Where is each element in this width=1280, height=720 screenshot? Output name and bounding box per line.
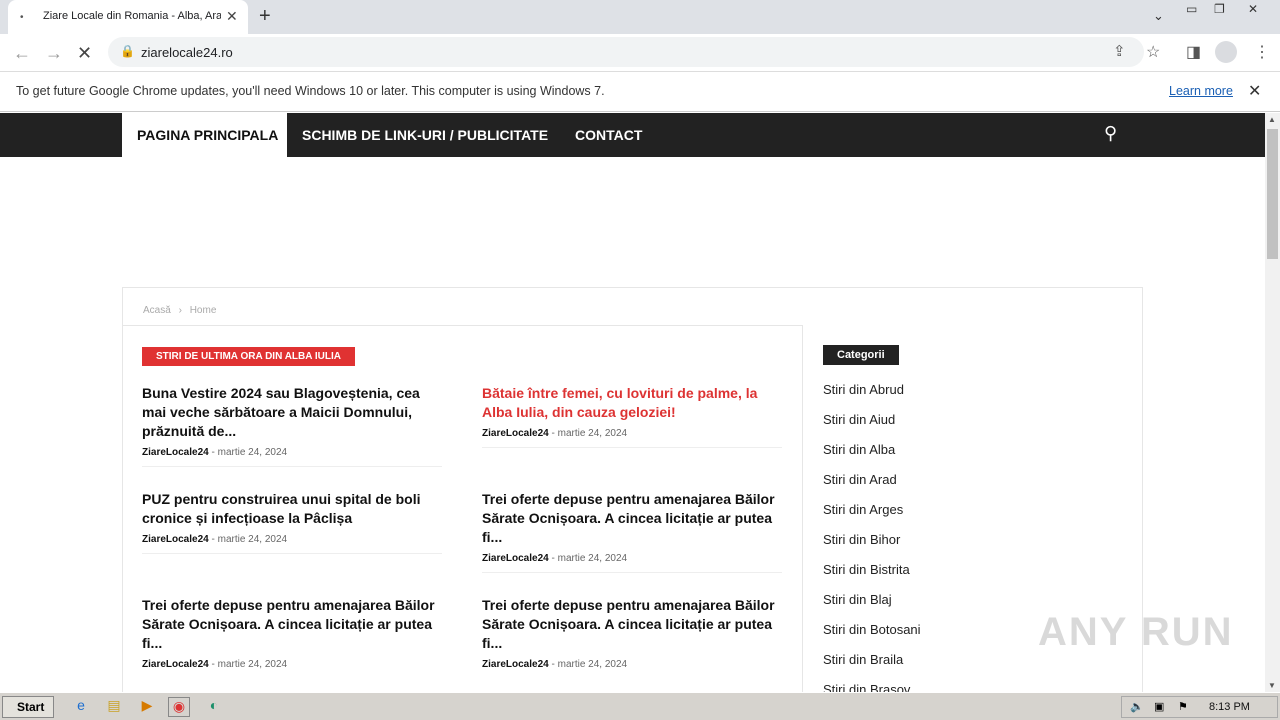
volume-icon[interactable]: 🔈 [1130,700,1144,713]
scroll-thumb[interactable] [1267,129,1278,259]
post-date: martie 24, 2024 [557,553,628,564]
new-tab-button[interactable]: + [259,5,271,28]
news-post[interactable]: PUZ pentru construirea unui spital de bo… [142,490,442,554]
network-icon[interactable]: ▣ [1154,700,1164,713]
post-title[interactable]: Buna Vestire 2024 sau Blagoveștenia, cea… [142,384,442,441]
tab-strip: • Ziare Locale din Romania - Alba, Arad … [0,0,1280,34]
category-list: Stiri din Abrud Stiri din Aiud Stiri din… [823,382,921,692]
post-title[interactable]: PUZ pentru construirea unui spital de bo… [142,490,442,528]
page-viewport: PAGINA PRINCIPALA SCHIMB DE LINK-URI / P… [0,113,1265,692]
menu-item-contact[interactable]: CONTACT [575,113,642,157]
loading-icon: • [20,12,24,23]
stop-icon[interactable]: ✕ [77,43,92,64]
breadcrumb-separator: › [178,305,182,316]
post-date: martie 24, 2024 [217,447,288,458]
post-title[interactable]: Bătaie între femei, cu lovituri de palme… [482,384,782,422]
site-menubar: PAGINA PRINCIPALA SCHIMB DE LINK-URI / P… [0,113,1265,157]
post-divider [142,466,442,467]
lock-icon[interactable]: 🔒 [120,44,135,58]
post-divider [142,553,442,554]
page-scrollbar[interactable]: ▲ ▼ [1265,113,1280,692]
sidebar-item[interactable]: Stiri din Arges [823,502,921,532]
breadcrumb: Acasă › Home [143,305,216,316]
post-author[interactable]: ZiareLocale24 [482,428,549,439]
flag-icon[interactable]: ⚑ [1178,700,1188,713]
section-badge[interactable]: STIRI DE ULTIMA ORA DIN ALBA IULIA [142,347,355,366]
tab-title: Ziare Locale din Romania - Alba, Arad [43,10,221,22]
restore-button[interactable]: ❐ [1214,2,1225,16]
news-post[interactable]: Bătaie între femei, cu lovituri de palme… [482,384,782,448]
sidebar-item[interactable]: Stiri din Brasov [823,682,921,692]
sidebar-item[interactable]: Stiri din Aiud [823,412,921,442]
star-icon[interactable]: ☆ [1146,42,1160,62]
tab-search-icon[interactable]: ⌄ [1153,8,1164,24]
post-date: martie 24, 2024 [557,659,628,670]
anyrun-watermark-logo: ANY RUN [1038,610,1234,654]
post-date: martie 24, 2024 [217,534,288,545]
learn-more-link[interactable]: Learn more [1169,84,1233,98]
post-author[interactable]: ZiareLocale24 [482,553,549,564]
sidebar-item[interactable]: Stiri din Bistrita [823,562,921,592]
post-title[interactable]: Trei oferte depuse pentru amenajarea Băi… [482,490,782,547]
sidebar-item[interactable]: Stiri din Blaj [823,592,921,622]
post-author[interactable]: ZiareLocale24 [142,659,209,670]
news-post[interactable]: Trei oferte depuse pentru amenajarea Băi… [142,596,442,670]
scroll-up-icon[interactable]: ▲ [1268,115,1276,124]
sidebar-item[interactable]: Stiri din Abrud [823,382,921,412]
post-date: martie 24, 2024 [217,659,288,670]
post-date: martie 24, 2024 [557,428,628,439]
breadcrumb-current: Home [189,305,217,316]
breadcrumb-home[interactable]: Acasă [143,305,171,316]
news-post[interactable]: Trei oferte depuse pentru amenajarea Băi… [482,596,782,670]
chrome-icon[interactable]: ◉ [168,697,190,717]
address-bar[interactable]: 🔒 ziarelocale24.ro ⇪ [108,37,1144,67]
sidebar-item[interactable]: Stiri din Arad [823,472,921,502]
minimize-button[interactable]: ▭ [1186,2,1197,16]
back-icon[interactable]: ← [13,43,31,64]
sidebar-item[interactable]: Stiri din Bihor [823,532,921,562]
windows-taskbar: Start e ▤ ▶ ◉ ◐ 🔈 ▣ ⚑ 8:13 PM [0,692,1280,720]
media-player-icon[interactable]: ▶ [136,697,158,717]
news-post[interactable]: Trei oferte depuse pentru amenajarea Băi… [482,490,782,573]
update-infobar: To get future Google Chrome updates, you… [0,72,1280,112]
search-icon[interactable]: ⚲ [1104,123,1117,144]
post-divider [482,447,782,448]
news-column: STIRI DE ULTIMA ORA DIN ALBA IULIA Buna … [123,325,803,692]
browser-toolbar: ← → ✕ 🔒 ziarelocale24.ro ⇪ ☆ ◨ ⋮ [0,34,1280,72]
menu-item-home[interactable]: PAGINA PRINCIPALA [122,113,287,157]
url-text[interactable]: ziarelocale24.ro [141,45,233,60]
post-author[interactable]: ZiareLocale24 [142,534,209,545]
sidebar-item[interactable]: Stiri din Alba [823,442,921,472]
start-button[interactable]: Start [2,696,54,718]
close-window-button[interactable]: ✕ [1248,2,1258,16]
start-label: Start [17,700,45,714]
sidebar-item[interactable]: Stiri din Braila [823,652,921,682]
sidebar-item[interactable]: Stiri din Botosani [823,622,921,652]
share-icon[interactable]: ⇪ [1113,42,1126,60]
edge-icon[interactable]: ◐ [203,697,225,717]
content-box: Acasă › Home STIRI DE ULTIMA ORA DIN ALB… [122,287,1143,692]
post-author[interactable]: ZiareLocale24 [482,659,549,670]
infobar-message: To get future Google Chrome updates, you… [16,84,605,98]
post-title[interactable]: Trei oferte depuse pentru amenajarea Băi… [142,596,442,653]
sidebar-heading: Categorii [823,345,899,365]
close-tab-icon[interactable]: ✕ [226,8,238,25]
post-divider [482,572,782,573]
browser-tab[interactable]: • Ziare Locale din Romania - Alba, Arad … [8,0,248,34]
close-infobar-icon[interactable]: ✕ [1248,81,1261,101]
forward-icon[interactable]: → [45,43,63,64]
profile-icon[interactable] [1215,41,1237,63]
menu-item-links[interactable]: SCHIMB DE LINK-URI / PUBLICITATE [302,113,548,157]
explorer-icon[interactable]: ▤ [103,697,125,717]
sidepanel-icon[interactable]: ◨ [1186,42,1201,62]
post-title[interactable]: Trei oferte depuse pentru amenajarea Băi… [482,596,782,653]
post-author[interactable]: ZiareLocale24 [142,447,209,458]
ie-icon[interactable]: e [70,697,92,717]
news-post[interactable]: Buna Vestire 2024 sau Blagoveștenia, cea… [142,384,442,467]
clock[interactable]: 8:13 PM [1209,701,1250,713]
menu-icon[interactable]: ⋮ [1254,42,1270,62]
scroll-down-icon[interactable]: ▼ [1268,681,1276,690]
system-tray: 🔈 ▣ ⚑ [1121,696,1278,718]
